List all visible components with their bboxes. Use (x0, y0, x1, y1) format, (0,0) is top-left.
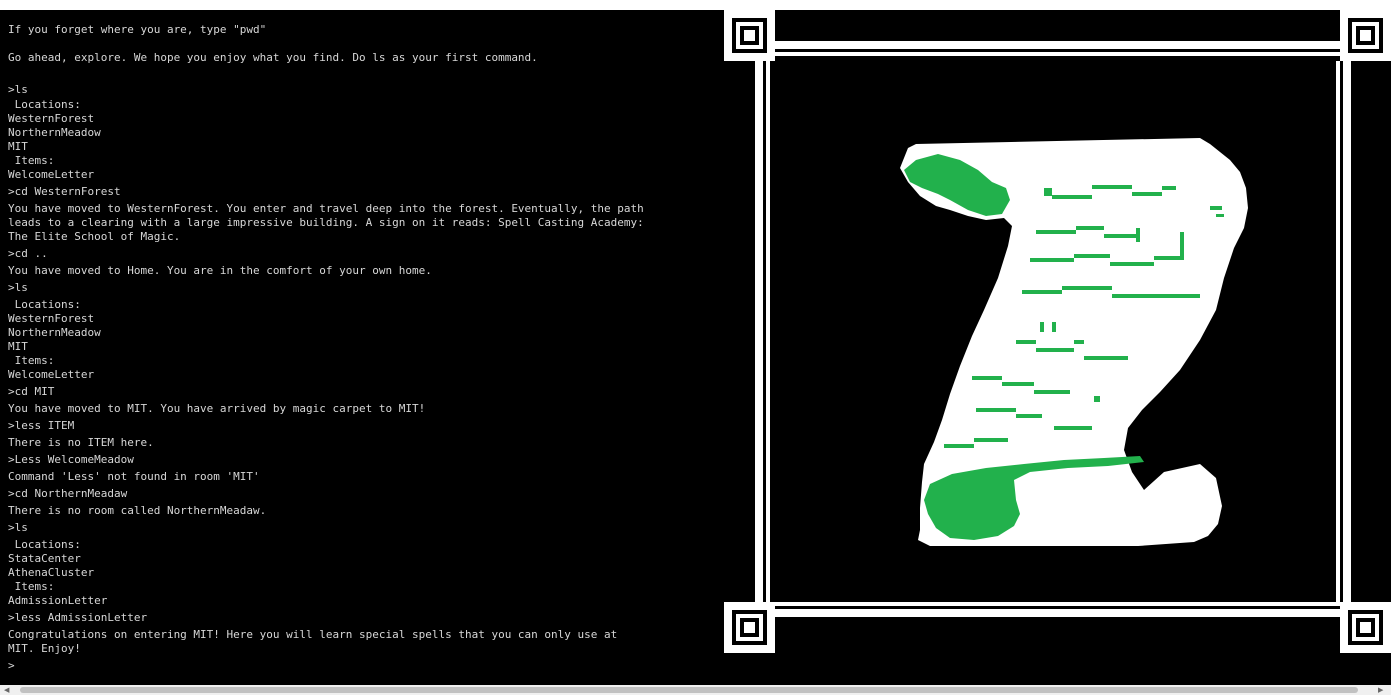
terminal-line: Command 'Less' not found in room 'MIT' (8, 470, 260, 483)
terminal-line: >less AdmissionLetter (8, 611, 148, 624)
terminal-line: Congratulations on entering MIT! Here yo… (8, 628, 618, 641)
terminal-line: MIT (8, 140, 28, 153)
scrollbar-thumb[interactable] (20, 687, 1358, 693)
terminal-line: Locations: (8, 98, 81, 111)
terminal-line: You have moved to WesternForest. You ent… (8, 202, 644, 215)
room-art-panel (724, 10, 1391, 653)
terminal-line: StataCenter (8, 552, 81, 565)
terminal-line: If you forget where you are, type "pwd" (8, 23, 267, 36)
terminal-line: >cd NorthernMeadaw (8, 487, 128, 500)
terminal-line: Go ahead, explore. We hope you enjoy wha… (8, 51, 538, 64)
terminal-line: There is no ITEM here. (8, 436, 154, 449)
terminal-line: >cd WesternForest (8, 185, 121, 198)
terminal-line: >Less WelcomeMeadow (8, 453, 134, 466)
terminal-line: The Elite School of Magic. (8, 230, 181, 243)
terminal-line: NorthernMeadow (8, 126, 101, 139)
top-strip (0, 0, 1391, 10)
terminal-line: Items: (8, 354, 55, 367)
scroll-left-icon[interactable]: ◀ (4, 686, 9, 694)
scroll-icon (724, 10, 1391, 653)
horizontal-scrollbar[interactable]: ◀ ▶ (0, 685, 1391, 695)
terminal-line: >less ITEM (8, 419, 75, 432)
terminal-line: NorthernMeadow (8, 326, 101, 339)
terminal-line: Items: (8, 154, 55, 167)
terminal-line: MIT. Enjoy! (8, 642, 81, 655)
terminal-line: AdmissionLetter (8, 594, 108, 607)
terminal-line: leads to a clearing with a large impress… (8, 216, 644, 229)
terminal-line: Items: (8, 580, 55, 593)
terminal-line: >cd MIT (8, 385, 55, 398)
terminal-line: Locations: (8, 298, 81, 311)
terminal-line: AthenaCluster (8, 566, 95, 579)
terminal-line: MIT (8, 340, 28, 353)
terminal-line: >cd .. (8, 247, 48, 260)
terminal-line: >ls (8, 281, 28, 294)
terminal-line: > (8, 659, 15, 672)
terminal-line: WelcomeLetter (8, 168, 95, 181)
terminal-line: >ls (8, 521, 28, 534)
terminal-line: You have moved to Home. You are in the c… (8, 264, 432, 277)
terminal-line: WesternForest (8, 312, 95, 325)
terminal-line: >ls (8, 83, 28, 96)
terminal-line: There is no room called NorthernMeadaw. (8, 504, 267, 517)
art-lower-area (724, 653, 1391, 685)
terminal-line: Locations: (8, 538, 81, 551)
terminal-line: WesternForest (8, 112, 95, 125)
scroll-right-icon[interactable]: ▶ (1378, 686, 1383, 694)
terminal-output[interactable]: If you forget where you are, type "pwd" G… (0, 10, 724, 685)
terminal-line: You have moved to MIT. You have arrived … (8, 402, 426, 415)
terminal-line: WelcomeLetter (8, 368, 95, 381)
